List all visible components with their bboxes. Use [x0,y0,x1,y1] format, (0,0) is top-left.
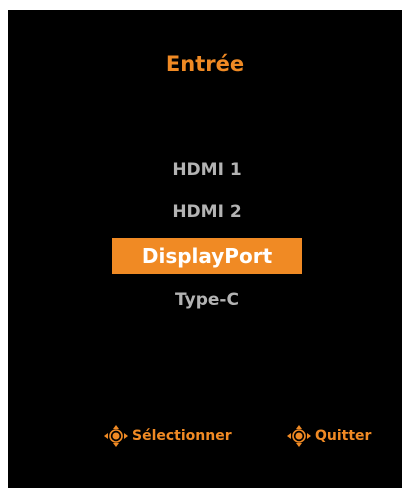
menu-item-type-c[interactable]: Type-C [112,282,302,318]
select-label: Sélectionner [132,428,232,444]
osd-panel: Entrée HDMI 1 HDMI 2 DisplayPort Type-C … [8,10,402,488]
joystick-icon [287,425,311,447]
exit-label: Quitter [315,428,372,444]
menu-item-hdmi-1[interactable]: HDMI 1 [112,152,302,188]
select-hint: Sélectionner [103,424,232,448]
osd-footer: Sélectionner Quitter [8,424,402,448]
menu-item-displayport[interactable]: DisplayPort [112,238,302,274]
menu-item-hdmi-2[interactable]: HDMI 2 [112,194,302,230]
joystick-icon [104,425,128,447]
osd-title: Entrée [165,52,245,76]
exit-hint: Quitter [286,424,371,448]
